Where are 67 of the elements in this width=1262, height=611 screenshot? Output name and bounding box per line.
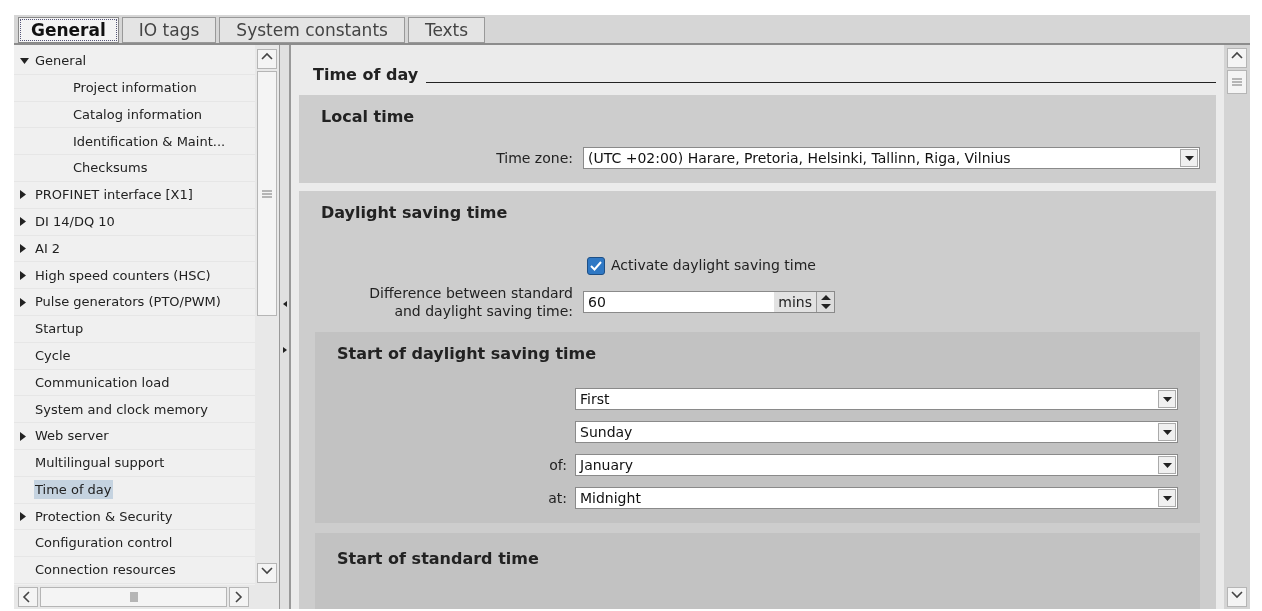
unit-label: mins <box>774 292 816 312</box>
expand-arrow-icon[interactable] <box>20 270 26 280</box>
field-label: Difference between standard <box>369 284 573 302</box>
scroll-down-button[interactable] <box>1227 587 1247 607</box>
tree-item[interactable]: Startup <box>34 319 85 339</box>
checkbox[interactable] <box>587 256 605 275</box>
tab[interactable]: IO tags <box>121 17 217 43</box>
tree-item[interactable]: Connection resources <box>34 560 177 580</box>
checkmark-icon <box>590 260 602 271</box>
scroll-down-button[interactable] <box>257 563 277 583</box>
dropdown[interactable]: January <box>575 454 1178 476</box>
tree-item[interactable]: Web server <box>34 426 110 446</box>
dropdown[interactable]: Midnight <box>575 487 1178 509</box>
field-label: of: <box>549 455 567 475</box>
checkbox-label: Activate daylight saving time <box>611 256 816 275</box>
tab[interactable]: Texts <box>407 17 486 43</box>
vertical-scrollbar[interactable] <box>1224 45 1250 609</box>
scroll-left-button[interactable] <box>18 587 38 607</box>
dropdown[interactable]: (UTC +02:00) Harare, Pretoria, Helsinki, Tallinn, Riga, Vilnius <box>583 147 1200 169</box>
tree-item[interactable]: Catalog information <box>72 104 204 125</box>
field-label: and daylight saving time: <box>394 302 573 320</box>
tree-item[interactable]: AI 2 <box>34 238 62 259</box>
number-field[interactable]: 60 mins <box>583 291 835 313</box>
scroll-up-button[interactable] <box>1227 48 1247 68</box>
dropdown[interactable]: Sunday <box>575 421 1178 443</box>
tree-item[interactable]: DI 14/DQ 10 <box>34 211 116 232</box>
dropdown[interactable]: First <box>575 388 1178 410</box>
vertical-scrollbar[interactable] <box>255 45 279 585</box>
field-label: at: <box>548 488 567 508</box>
section-title: Start of daylight saving time <box>337 343 598 365</box>
tree-item[interactable]: PROFINET interface [X1] <box>34 185 194 205</box>
collapse-arrow-icon[interactable] <box>20 57 29 64</box>
scroll-right-button[interactable] <box>229 587 249 607</box>
expand-arrow-icon[interactable] <box>20 511 26 521</box>
expand-arrow-icon[interactable] <box>20 190 26 200</box>
expand-arrow-icon[interactable] <box>20 297 26 307</box>
tree-item[interactable]: Communication load <box>34 372 171 393</box>
expand-arrow-icon[interactable] <box>20 243 26 253</box>
tab[interactable]: System constants <box>219 17 405 43</box>
field-label: Time zone: <box>495 148 573 168</box>
expand-arrow-icon[interactable] <box>20 431 26 441</box>
tree-item[interactable]: Cycle <box>34 345 72 366</box>
tree-item[interactable]: Identification & Maint... <box>72 131 227 152</box>
tree-item[interactable]: General <box>34 51 88 71</box>
tree-item[interactable]: Time of day <box>34 479 113 500</box>
scroll-up-button[interactable] <box>257 49 277 69</box>
tree-item[interactable]: System and clock memory <box>34 399 210 419</box>
tree-item[interactable]: Checksums <box>72 158 149 178</box>
tree-item[interactable]: Multilingual support <box>34 453 166 473</box>
expand-right-icon[interactable] <box>282 347 287 353</box>
tree-item[interactable]: Protection & Security <box>34 506 174 527</box>
tree-item[interactable]: High speed counters (HSC) <box>34 265 212 285</box>
tree-item[interactable]: Configuration control <box>34 533 174 553</box>
section-title: Daylight saving time <box>320 202 509 224</box>
tab[interactable]: General <box>18 17 119 43</box>
horizontal-scrollbar[interactable] <box>14 585 279 609</box>
tree-item[interactable]: Pulse generators (PTO/PWM) <box>34 292 222 312</box>
scroll-thumb[interactable] <box>257 71 277 316</box>
expand-arrow-icon[interactable] <box>20 217 26 227</box>
scroll-thumb[interactable] <box>1227 70 1247 94</box>
section-title: Start of standard time <box>337 549 539 568</box>
collapse-left-icon[interactable] <box>282 301 287 307</box>
section-title: Local time <box>321 106 416 128</box>
tree-item[interactable]: Project information <box>72 77 198 98</box>
spinner-icon[interactable] <box>816 292 834 312</box>
scroll-thumb[interactable] <box>40 587 227 607</box>
page-title: Time of day <box>313 64 419 86</box>
